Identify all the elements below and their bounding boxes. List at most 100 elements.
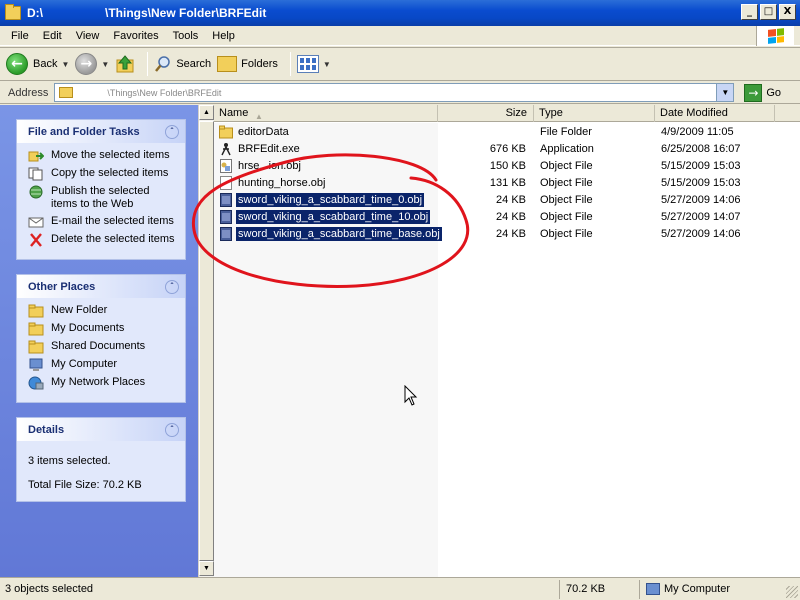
column-header-type[interactable]: Type: [534, 105, 655, 122]
object-file-icon: [220, 226, 232, 241]
views-dropdown-icon[interactable]: ▼: [323, 60, 331, 69]
views-button[interactable]: ▼: [296, 55, 331, 73]
menu-help[interactable]: Help: [205, 28, 242, 44]
column-header-size[interactable]: Size: [438, 105, 534, 122]
go-button[interactable]: → Go: [744, 83, 781, 102]
up-folder-button[interactable]: [115, 54, 135, 74]
details-header[interactable]: Details ˆ: [17, 418, 185, 441]
windows-flag-icon: [767, 28, 784, 44]
file-size: 24 KB: [496, 210, 526, 223]
place-shared-documents[interactable]: Shared Documents: [28, 340, 177, 354]
windows-logo: [756, 26, 794, 46]
other-places-header[interactable]: Other Places ˆ: [17, 275, 185, 298]
file-row-selected[interactable]: sword_viking_a_scabbard_time_0.obj 24 KB…: [214, 191, 800, 208]
mouse-cursor-icon: [404, 385, 418, 406]
file-row[interactable]: BRFEdit.exe 676 KB Application 6/25/2008…: [214, 140, 800, 157]
move-icon: [28, 151, 44, 162]
file-row-selected[interactable]: sword_viking_a_scabbard_time_base.obj 24…: [214, 225, 800, 242]
folder-icon: [28, 340, 44, 354]
task-label: Publish the selected items to the Web: [51, 185, 150, 210]
window-controls: _ □ X: [741, 4, 796, 20]
toolbar-separator: [289, 52, 291, 76]
file-type: Object File: [540, 227, 593, 240]
object-file-icon: [220, 158, 232, 173]
file-row[interactable]: hrse...ion.obj 150 KB Object File 5/15/2…: [214, 157, 800, 174]
scroll-up-icon[interactable]: ▲: [199, 105, 214, 120]
file-size: 676 KB: [489, 142, 526, 155]
column-header-name[interactable]: Name ▲: [214, 105, 438, 122]
task-move[interactable]: Move the selected items: [28, 149, 177, 163]
address-input[interactable]: \Things\New Folder\BRFEdit ▼: [54, 83, 735, 102]
file-row-selected[interactable]: sword_viking_a_scabbard_time_10.obj 24 K…: [214, 208, 800, 225]
network-icon: [28, 376, 44, 390]
task-publish[interactable]: Publish the selected items to the Web: [28, 185, 177, 211]
place-network[interactable]: My Network Places: [28, 376, 177, 390]
folder-icon: [28, 304, 44, 318]
place-label: Shared Documents: [51, 340, 146, 352]
folders-icon: [217, 56, 238, 72]
forward-button[interactable]: → ▼: [75, 53, 109, 75]
other-places-panel: Other Places ˆ New Folder My Documents S…: [16, 274, 186, 403]
details-panel: Details ˆ 3 items selected. Total File S…: [16, 417, 186, 502]
column-header-row: Name ▲ Size Type Date Modified: [214, 105, 800, 122]
search-button[interactable]: Search: [154, 55, 211, 73]
task-email[interactable]: E-mail the selected items: [28, 215, 177, 229]
collapse-icon[interactable]: ˆ: [165, 124, 179, 139]
back-arrow-icon: ←: [6, 53, 28, 75]
task-delete[interactable]: Delete the selected items: [28, 233, 177, 247]
collapse-icon[interactable]: ˆ: [165, 279, 179, 294]
task-copy[interactable]: Copy the selected items: [28, 167, 177, 181]
file-row[interactable]: editorData File Folder 4/9/2009 11:05: [214, 123, 800, 140]
back-button[interactable]: ← Back ▼: [6, 53, 69, 75]
folder-icon: [59, 87, 74, 98]
email-icon: [28, 217, 44, 228]
menu-view[interactable]: View: [69, 28, 107, 44]
close-button[interactable]: X: [779, 4, 796, 20]
menu-tools[interactable]: Tools: [166, 28, 206, 44]
details-selected-count: 3 items selected.: [28, 455, 111, 467]
search-label: Search: [176, 58, 212, 70]
file-type: Object File: [540, 210, 593, 223]
file-folder-tasks-header[interactable]: File and Folder Tasks ˆ: [17, 120, 185, 143]
title-drive: D:\: [27, 6, 43, 20]
task-label: Copy the selected items: [51, 167, 169, 179]
place-new-folder[interactable]: New Folder: [28, 304, 177, 318]
menu-favorites[interactable]: Favorites: [106, 28, 165, 44]
folder-icon: [5, 4, 21, 20]
task-label: E-mail the selected items: [51, 215, 174, 227]
place-my-documents[interactable]: My Documents: [28, 322, 177, 336]
status-bar: 3 objects selected 70.2 KB My Computer: [0, 577, 800, 600]
scroll-thumb[interactable]: [199, 121, 214, 561]
application-icon: [221, 142, 231, 155]
panel-body: New Folder My Documents Shared Documents…: [17, 298, 185, 402]
menu-edit[interactable]: Edit: [36, 28, 69, 44]
file-size: 131 KB: [489, 176, 526, 189]
details-total-size: Total File Size: 70.2 KB: [28, 479, 142, 491]
menu-bar: File Edit View Favorites Tools Help: [0, 26, 800, 46]
vertical-scrollbar[interactable]: ▲ ▼: [198, 105, 214, 577]
file-name: hunting_horse.obj: [238, 176, 326, 189]
file-date: 5/15/2009 15:03: [661, 176, 741, 189]
resize-grip[interactable]: [786, 586, 798, 598]
place-label: My Documents: [51, 322, 125, 334]
status-size: 70.2 KB: [560, 579, 640, 599]
address-dropdown-icon[interactable]: ▼: [716, 84, 734, 101]
minimize-button[interactable]: _: [741, 4, 758, 20]
maximize-button[interactable]: □: [760, 4, 777, 20]
folders-button[interactable]: Folders: [217, 56, 278, 72]
file-size: 24 KB: [496, 227, 526, 240]
file-type: Object File: [540, 193, 593, 206]
file-row[interactable]: hunting_horse.obj 131 KB Object File 5/1…: [214, 174, 800, 191]
copy-icon: [28, 167, 43, 181]
collapse-icon[interactable]: ˆ: [165, 422, 179, 437]
panel-body: Move the selected items Copy the selecte…: [17, 143, 185, 259]
place-label: New Folder: [51, 304, 108, 316]
back-dropdown-icon[interactable]: ▼: [61, 60, 69, 69]
menu-file[interactable]: File: [4, 28, 36, 44]
place-my-computer[interactable]: My Computer: [28, 358, 177, 372]
publish-web-icon: [29, 185, 43, 199]
column-header-date-modified[interactable]: Date Modified: [655, 105, 775, 122]
file-list: Name ▲ Size Type Date Modified editorData…: [214, 105, 800, 577]
scroll-down-icon[interactable]: ▼: [199, 561, 214, 576]
forward-dropdown-icon[interactable]: ▼: [101, 60, 109, 69]
